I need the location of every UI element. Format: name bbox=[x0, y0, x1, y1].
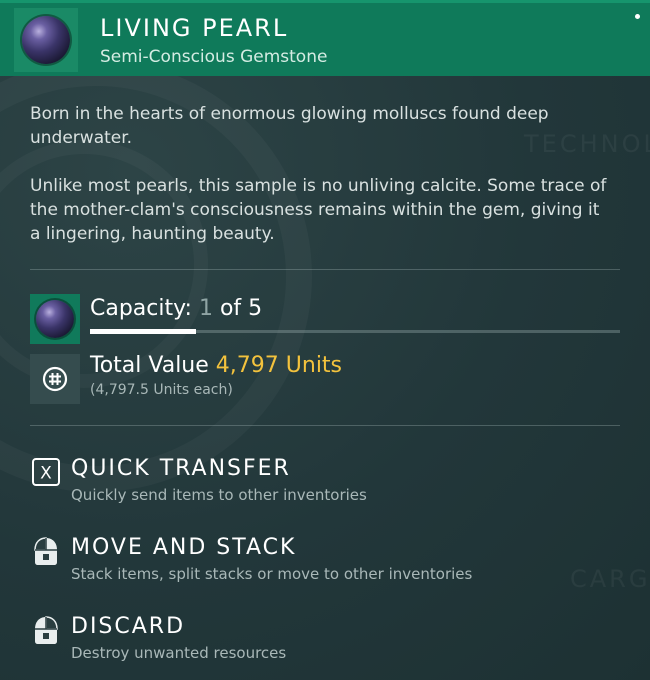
item-title: LIVING PEARL bbox=[100, 14, 289, 42]
living-pearl-small-icon bbox=[36, 300, 74, 338]
item-header: LIVING PEARL Semi-Conscious Gemstone bbox=[0, 0, 650, 76]
capacity-label: Capacity: bbox=[90, 296, 192, 321]
section-divider bbox=[30, 269, 620, 270]
move-and-stack-description: Stack items, split stacks or move to oth… bbox=[71, 565, 473, 583]
item-subtitle: Semi-Conscious Gemstone bbox=[100, 47, 328, 67]
item-icon-frame bbox=[14, 8, 78, 72]
discard-title: DISCARD bbox=[71, 614, 186, 639]
item-info-panel: TECHNOL CARGO LIVING PEARL Semi-Consciou… bbox=[0, 0, 650, 680]
units-icon-frame bbox=[30, 354, 80, 404]
capacity-bar bbox=[90, 329, 620, 334]
key-x-label: X bbox=[40, 464, 52, 484]
item-description-paragraph-1: Born in the hearts of enormous glowing m… bbox=[30, 104, 549, 148]
total-value-readout: Total Value 4,797 Units bbox=[90, 353, 342, 378]
mouse-right-click-icon bbox=[30, 614, 62, 646]
living-pearl-icon bbox=[22, 16, 70, 64]
quick-transfer-action[interactable]: X QUICK TRANSFER Quickly send items to o… bbox=[30, 454, 620, 518]
move-and-stack-action[interactable]: MOVE AND STACK Stack items, split stacks… bbox=[30, 533, 620, 597]
discard-description: Destroy unwanted resources bbox=[71, 644, 287, 662]
mouse-left-click-icon bbox=[30, 535, 62, 567]
total-value-amount: 4,797 Units bbox=[215, 353, 343, 378]
capacity-readout: Capacity: 1 of 5 bbox=[90, 296, 262, 321]
units-currency-icon bbox=[42, 366, 68, 392]
total-value-label: Total Value bbox=[90, 353, 209, 378]
item-description-paragraph-2: Unlike most pearls, this sample is no un… bbox=[30, 176, 607, 244]
move-and-stack-title: MOVE AND STACK bbox=[71, 535, 297, 560]
quick-transfer-description: Quickly send items to other inventories bbox=[71, 486, 367, 504]
capacity-max: of 5 bbox=[219, 296, 263, 321]
unit-value-each: (4,797.5 Units each) bbox=[90, 382, 233, 398]
discard-action[interactable]: DISCARD Destroy unwanted resources bbox=[30, 612, 620, 676]
notification-dot-icon bbox=[635, 14, 640, 19]
key-x-icon: X bbox=[30, 456, 62, 488]
capacity-item-icon-frame bbox=[30, 294, 80, 344]
capacity-current: 1 bbox=[198, 296, 213, 321]
quick-transfer-title: QUICK TRANSFER bbox=[71, 456, 291, 481]
capacity-bar-fill bbox=[90, 329, 196, 334]
section-divider-actions bbox=[30, 425, 620, 426]
